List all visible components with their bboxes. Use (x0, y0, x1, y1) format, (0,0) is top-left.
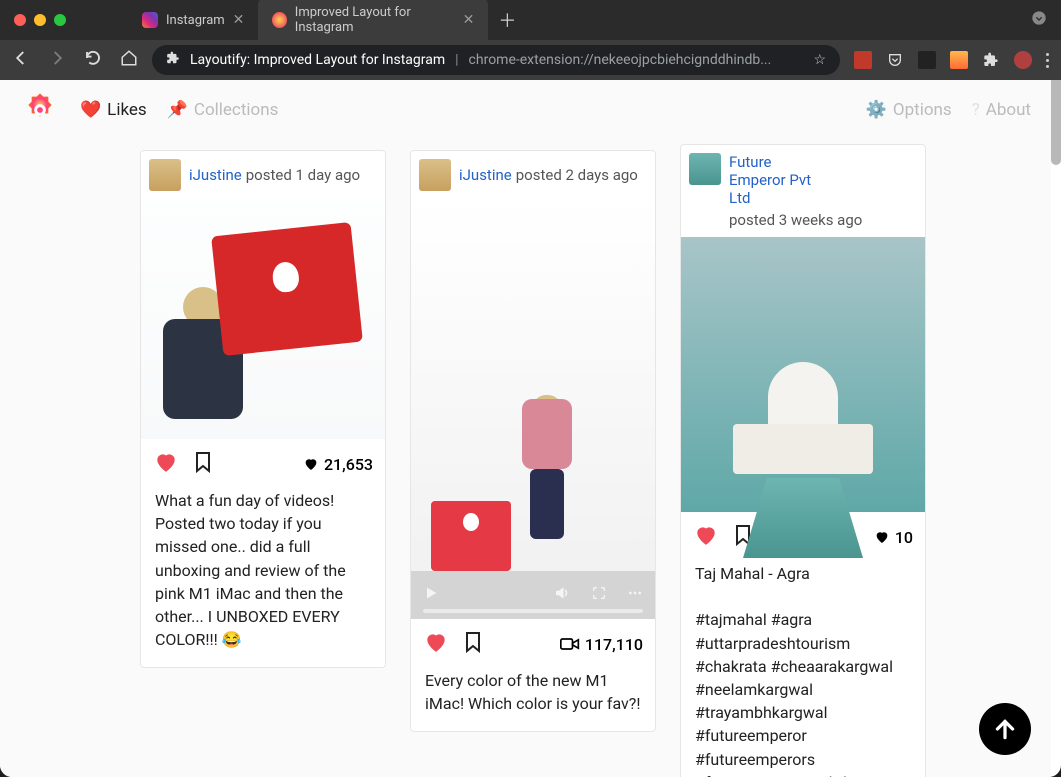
fullscreen-button[interactable] (591, 585, 607, 605)
nav-about[interactable]: ? About (972, 100, 1031, 120)
post-actions: 117,110 (411, 619, 655, 669)
likes-number: 10 (895, 528, 913, 547)
video-icon (560, 636, 580, 652)
post-caption: Taj Mahal - Agra #tajmahal #agra #uttarp… (681, 562, 925, 777)
scrollbar-thumb[interactable] (1051, 80, 1061, 165)
tab-layoutify[interactable]: Improved Layout for Instagram ✕ (258, 0, 488, 43)
nav-collections[interactable]: 📌 Collections (167, 100, 279, 120)
home-button[interactable] (120, 49, 138, 71)
page-viewport: ❤️ Likes 📌 Collections ⚙️ Options ? Abou… (0, 80, 1061, 777)
user-avatar[interactable] (149, 159, 181, 191)
nav-likes-label: Likes (107, 100, 147, 120)
account-dropdown-icon[interactable] (1031, 10, 1047, 30)
favicon-layoutify (272, 12, 286, 28)
post-media-video[interactable] (411, 199, 655, 619)
back-button[interactable] (12, 49, 30, 71)
likes-number: 21,653 (324, 455, 373, 474)
likes-count: 10 (874, 528, 913, 547)
posts-grid: iJustine posted 1 day ago (0, 140, 1051, 777)
volume-button[interactable] (553, 584, 571, 606)
username-link[interactable]: iJustine (459, 166, 512, 184)
post-header: iJustine posted 1 day ago (141, 151, 385, 199)
extension-icon (166, 51, 180, 69)
reload-button[interactable] (84, 49, 102, 71)
views-count: 117,110 (560, 635, 643, 654)
ext-icon-1[interactable] (854, 51, 872, 69)
bookmark-button[interactable] (461, 630, 485, 658)
nav-controls (12, 49, 138, 71)
page-url: chrome-extension://nekeeojpcbiehcignddhi… (469, 52, 772, 68)
post-media[interactable] (141, 199, 385, 439)
forward-button[interactable] (48, 49, 66, 71)
likes-count: 21,653 (303, 455, 373, 474)
post-timestamp: posted 2 days ago (516, 166, 638, 184)
separator: | (455, 52, 458, 68)
heart-icon: ❤️ (80, 100, 101, 120)
chrome-menu-button[interactable] (1046, 53, 1049, 68)
like-button[interactable] (423, 629, 449, 659)
tab-instagram[interactable]: Instagram ✕ (128, 4, 258, 36)
post-caption: Every color of the new M1 iMac! Which co… (411, 669, 655, 731)
window-controls (14, 14, 66, 26)
user-avatar[interactable] (419, 159, 451, 191)
close-tab-icon[interactable]: ✕ (463, 12, 475, 28)
app-header: ❤️ Likes 📌 Collections ⚙️ Options ? Abou… (0, 80, 1051, 140)
post-card: iJustine posted 2 days ago (410, 150, 656, 732)
pocket-icon[interactable] (886, 51, 904, 69)
heart-icon (303, 456, 319, 472)
ext-icon-3[interactable] (918, 51, 936, 69)
post-timestamp: posted 3 weeks ago (729, 211, 862, 229)
bookmark-star-icon[interactable]: ☆ (813, 52, 826, 68)
bookmark-button[interactable] (191, 450, 215, 478)
tab-label: Instagram (166, 13, 225, 28)
question-icon: ? (972, 100, 980, 120)
browser-chrome: Instagram ✕ Improved Layout for Instagra… (0, 0, 1061, 80)
extension-icons (854, 51, 1049, 69)
heart-icon (874, 529, 890, 545)
page-title: Layoutify: Improved Layout for Instagram (190, 52, 445, 68)
post-media[interactable] (681, 237, 925, 512)
toolbar: Layoutify: Improved Layout for Instagram… (0, 40, 1061, 80)
nav-likes[interactable]: ❤️ Likes (80, 100, 147, 120)
favicon-instagram (142, 12, 158, 28)
username-link[interactable]: Future Emperor Pvt Ltd (729, 153, 829, 207)
scroll-to-top-button[interactable] (979, 703, 1031, 755)
views-number: 117,110 (585, 635, 643, 654)
like-button[interactable] (153, 449, 179, 479)
post-caption: What a fun day of videos! Posted two tod… (141, 489, 385, 667)
username-link[interactable]: iJustine (189, 166, 242, 184)
nav-about-label: About (986, 100, 1031, 120)
close-tab-icon[interactable]: ✕ (233, 12, 245, 28)
gear-icon: ⚙️ (866, 100, 887, 120)
address-bar[interactable]: Layoutify: Improved Layout for Instagram… (152, 45, 840, 75)
post-card: Future Emperor Pvt Ltd posted 3 weeks ag… (680, 144, 926, 777)
user-avatar[interactable] (689, 153, 721, 185)
pin-icon: 📌 (167, 100, 188, 120)
close-window-button[interactable] (14, 14, 26, 26)
nav-options[interactable]: ⚙️ Options (866, 100, 952, 120)
post-actions: 21,653 (141, 439, 385, 489)
maximize-window-button[interactable] (54, 14, 66, 26)
video-progress-bar[interactable] (423, 609, 643, 613)
nav-collections-label: Collections (194, 100, 279, 120)
tab-label: Improved Layout for Instagram (295, 5, 455, 35)
page-content: ❤️ Likes 📌 Collections ⚙️ Options ? Abou… (0, 80, 1051, 777)
play-button[interactable] (423, 585, 439, 605)
profile-avatar[interactable] (1014, 51, 1032, 69)
titlebar: Instagram ✕ Improved Layout for Instagra… (0, 0, 1061, 40)
post-header: iJustine posted 2 days ago (411, 151, 655, 199)
ext-icon-4[interactable] (950, 51, 968, 69)
tab-strip: Instagram ✕ Improved Layout for Instagra… (128, 0, 526, 43)
app-logo[interactable] (20, 90, 60, 130)
extensions-puzzle-icon[interactable] (982, 51, 1000, 69)
post-timestamp: posted 1 day ago (246, 166, 360, 184)
more-button[interactable] (627, 585, 643, 605)
post-header: Future Emperor Pvt Ltd posted 3 weeks ag… (681, 145, 925, 237)
new-tab-button[interactable]: ＋ (488, 3, 526, 37)
like-button[interactable] (693, 522, 719, 552)
post-card: iJustine posted 1 day ago (140, 150, 386, 668)
nav-options-label: Options (893, 100, 952, 120)
minimize-window-button[interactable] (34, 14, 46, 26)
